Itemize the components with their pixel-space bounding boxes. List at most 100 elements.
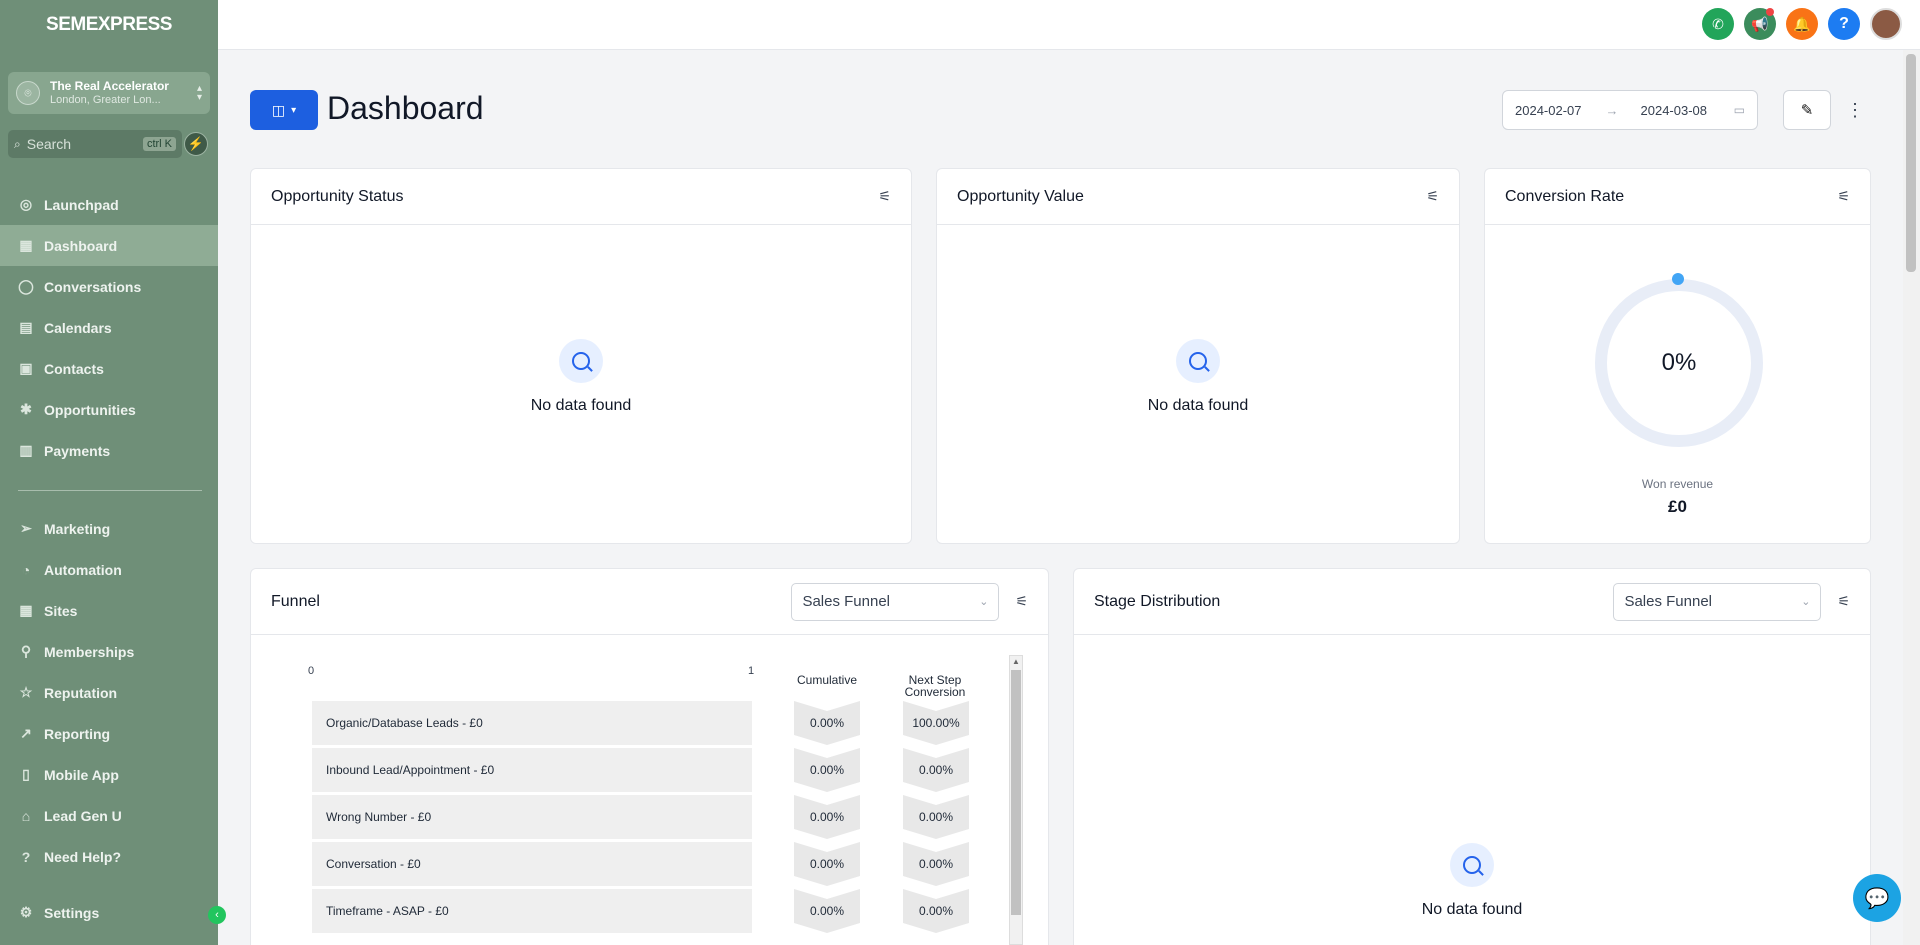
- filter-icon[interactable]: ⚟: [1837, 188, 1850, 205]
- opportunity-value-card: Opportunity Value ⚟ No data found: [936, 168, 1460, 544]
- calendar-icon: ▤: [19, 319, 33, 335]
- chat-icon: ◯: [18, 278, 34, 294]
- announcements-button[interactable]: 📢: [1744, 8, 1776, 40]
- dashboard-icon: ▦: [19, 237, 33, 253]
- collapse-sidebar-button[interactable]: ‹: [208, 906, 226, 924]
- sidebar-item-dashboard[interactable]: ▦ Dashboard: [0, 225, 218, 266]
- layout-switcher-button[interactable]: ◫ ▾: [250, 90, 318, 130]
- sidebar-item-calendars[interactable]: ▤ Calendars: [0, 307, 218, 348]
- page-scrollbar[interactable]: [1903, 50, 1920, 945]
- empty-state: No data found: [251, 339, 911, 415]
- stage-select[interactable]: Sales Funnel ⌄: [1613, 582, 1822, 621]
- megaphone-icon: 📢: [1751, 15, 1769, 32]
- user-avatar[interactable]: [1870, 8, 1902, 40]
- layout-icon: ◫: [271, 101, 286, 118]
- sidebar-item-settings[interactable]: ⚙ Settings: [0, 892, 218, 933]
- pencil-icon: ✎: [1800, 102, 1814, 119]
- date-range-picker[interactable]: 2024-02-07 → 2024-03-08 ▭: [1502, 90, 1758, 130]
- axis-max: 1: [748, 665, 755, 677]
- more-options-button[interactable]: ⋮: [1846, 96, 1864, 124]
- filter-icon[interactable]: ⚟: [878, 188, 891, 205]
- funnel-select[interactable]: Sales Funnel ⌄: [791, 582, 1000, 621]
- empty-state: No data found: [1074, 843, 1870, 919]
- funnel-card: Funnel Sales Funnel ⌄ ⚟ 0 1 Cumulative N…: [250, 568, 1049, 945]
- sidebar-item-label: Calendars: [44, 319, 112, 336]
- sidebar-item-label: Automation: [44, 561, 122, 578]
- quick-action-button[interactable]: ⚡: [184, 132, 208, 156]
- chevron-down-icon: ⌄: [1801, 596, 1811, 608]
- support-chat-button[interactable]: 💬: [1853, 874, 1901, 922]
- search-icon: [559, 339, 603, 383]
- sidebar-item-label: Reputation: [44, 684, 118, 701]
- sidebar-item-label: Lead Gen U: [44, 807, 122, 824]
- filter-icon[interactable]: ⚟: [1426, 188, 1439, 205]
- sidebar-item-memberships[interactable]: ⚲ Memberships: [0, 631, 218, 672]
- sidebar-item-label: Contacts: [44, 360, 104, 377]
- conversion-value: 0%: [1661, 349, 1697, 376]
- bolt-icon: ⚡: [187, 136, 205, 151]
- chevron-left-icon: ‹: [215, 909, 219, 921]
- sidebar-item-label: Marketing: [44, 520, 111, 537]
- bell-icon: 🔔: [1793, 15, 1811, 32]
- sidebar-item-mobile-app[interactable]: ▯ Mobile App: [0, 754, 218, 795]
- search-icon: [1450, 843, 1494, 887]
- sidebar-item-opportunities[interactable]: ✱ Opportunities: [0, 389, 218, 430]
- sidebar: SEMEXPRESS ⌾ The Real Accelerator London…: [0, 0, 226, 945]
- date-start[interactable]: 2024-02-07: [1515, 103, 1582, 118]
- mobile-icon: ▯: [22, 766, 30, 782]
- funnel-scrollbar[interactable]: ▲: [1009, 655, 1023, 945]
- chevron-down-icon: ▾: [291, 104, 297, 116]
- phone-button[interactable]: ✆: [1702, 8, 1734, 40]
- card-title: Opportunity Value: [957, 187, 1084, 205]
- help-button[interactable]: ?: [1828, 8, 1860, 40]
- sidebar-item-contacts[interactable]: ▣ Contacts: [0, 348, 218, 389]
- sidebar-item-marketing[interactable]: ➢ Marketing: [0, 508, 218, 549]
- card-title: Opportunity Status: [271, 187, 404, 205]
- notifications-button[interactable]: 🔔: [1786, 8, 1818, 40]
- sidebar-item-label: Conversations: [44, 278, 142, 295]
- search-box[interactable]: ⌕ ctrl K: [8, 130, 182, 158]
- sidebar-item-label: Payments: [44, 442, 111, 459]
- search-input[interactable]: [26, 136, 127, 152]
- filter-icon[interactable]: ⚟: [1015, 593, 1028, 610]
- filter-icon[interactable]: ⚟: [1837, 593, 1850, 610]
- sidebar-item-payments[interactable]: ▥ Payments: [0, 430, 218, 471]
- bank-icon: ⌂: [21, 807, 31, 824]
- search-shortcut: ctrl K: [142, 137, 176, 151]
- stage-distribution-card: Stage Distribution Sales Funnel ⌄ ⚟ No d…: [1073, 568, 1871, 945]
- sidebar-item-automation[interactable]: ◔ Automation: [0, 549, 218, 590]
- page-title: Dashboard: [327, 90, 484, 126]
- date-end[interactable]: 2024-03-08: [1641, 103, 1708, 118]
- launchpad-icon: ◎: [19, 196, 33, 212]
- sidebar-item-lead-gen-u[interactable]: ⌂ Lead Gen U: [0, 795, 218, 836]
- empty-label: No data found: [1147, 397, 1249, 414]
- col-cumulative: Cumulative: [796, 673, 858, 687]
- brand-logo[interactable]: SEMEXPRESS: [0, 14, 218, 36]
- opportunities-icon: ✱: [20, 401, 32, 417]
- scroll-up-icon[interactable]: ▲: [1012, 657, 1020, 666]
- empty-label: No data found: [1421, 901, 1523, 918]
- card-title: Stage Distribution: [1094, 592, 1221, 610]
- sidebar-item-conversations[interactable]: ◯ Conversations: [0, 266, 218, 307]
- star-icon: ☆: [19, 684, 33, 700]
- edit-dashboard-button[interactable]: ✎: [1783, 90, 1831, 130]
- funnel-select-value: Sales Funnel: [802, 593, 890, 610]
- contacts-icon: ▣: [19, 360, 33, 376]
- sidebar-item-reputation[interactable]: ☆ Reputation: [0, 672, 218, 713]
- location-icon: ⌾: [16, 81, 40, 105]
- kebab-icon: ⋮: [1846, 99, 1864, 120]
- automation-icon: ◔: [21, 561, 31, 578]
- sidebar-item-sites[interactable]: ▦ Sites: [0, 590, 218, 631]
- search-icon: ⌕: [14, 136, 21, 151]
- nav-divider: [18, 490, 202, 491]
- sidebar-item-reporting[interactable]: ↗ Reporting: [0, 713, 218, 754]
- stage-select-value: Sales Funnel: [1624, 593, 1712, 610]
- question-icon: ?: [1839, 15, 1849, 32]
- cumulative-value: 0.00%: [794, 889, 860, 933]
- sidebar-item-launchpad[interactable]: ◎ Launchpad: [0, 184, 218, 225]
- account-switcher[interactable]: ⌾ The Real Accelerator London, Greater L…: [8, 72, 210, 114]
- page-scroll-thumb[interactable]: [1906, 54, 1916, 272]
- scroll-thumb[interactable]: [1011, 670, 1021, 915]
- won-revenue-value: £0: [1668, 497, 1687, 516]
- sidebar-item-need-help[interactable]: ? Need Help?: [0, 836, 218, 877]
